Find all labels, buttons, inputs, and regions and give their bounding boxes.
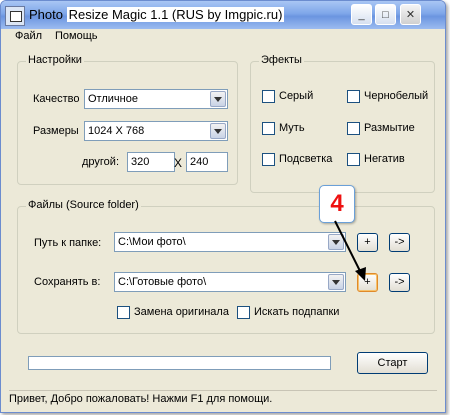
- path-label: Путь к папке:: [34, 237, 102, 249]
- checkbox-negative[interactable]: [347, 153, 360, 166]
- title-prefix: Photo: [29, 7, 63, 22]
- go-target-button[interactable]: ->: [389, 273, 410, 292]
- title-bar[interactable]: Photo Resize Magic 1.1 (RUS by Imgpic.ru…: [1, 1, 445, 29]
- size-value: 1024 X 768: [88, 125, 145, 137]
- save-label: Сохранять в:: [34, 276, 101, 288]
- target-folder-value: C:\Готовые фото\: [118, 276, 207, 288]
- chevron-down-icon[interactable]: [210, 91, 226, 107]
- width-input[interactable]: 320: [127, 152, 175, 172]
- go-source-button[interactable]: ->: [389, 233, 410, 252]
- quality-select[interactable]: Отличное: [84, 89, 228, 109]
- status-bar: Привет, Добро пожаловать! Нажми F1 для п…: [9, 390, 437, 409]
- checkbox-blur[interactable]: [347, 122, 360, 135]
- files-group: Файлы (Source folder) Путь к папке: C:\М…: [17, 199, 435, 334]
- menu-help[interactable]: Помощь: [55, 30, 98, 42]
- checkbox-search-subfolders[interactable]: [237, 306, 250, 319]
- title-name: Resize Magic 1.1 (RUS by Imgpic.ru): [66, 7, 285, 22]
- replace-original-label: Замена оригинала: [134, 306, 229, 318]
- callout-arrow-icon: [334, 220, 366, 281]
- checkbox-gray[interactable]: [262, 90, 275, 103]
- effect-highlight-label: Подсветка: [279, 153, 333, 165]
- step-number-callout: 4: [319, 185, 355, 223]
- app-icon: [5, 6, 25, 26]
- effect-blur-label: Размытие: [364, 122, 415, 134]
- target-folder-select[interactable]: C:\Готовые фото\: [114, 272, 346, 292]
- search-subfolders-label: Искать подпапки: [254, 306, 340, 318]
- files-legend: Файлы (Source folder): [26, 199, 141, 211]
- maximize-button[interactable]: □: [375, 4, 396, 25]
- effect-haze-label: Муть: [279, 122, 305, 134]
- dimension-separator: X: [174, 156, 183, 170]
- settings-legend: Настройки: [26, 54, 84, 66]
- menu-file[interactable]: Файл: [15, 30, 42, 42]
- quality-value: Отличное: [88, 93, 138, 105]
- source-folder-value: C:\Мои фото\: [118, 236, 186, 248]
- effect-negative-label: Негатив: [364, 153, 405, 165]
- close-button[interactable]: ✕: [400, 4, 421, 25]
- minimize-button[interactable]: _: [351, 4, 372, 25]
- size-label: Размеры: [33, 125, 79, 137]
- size-select[interactable]: 1024 X 768: [84, 121, 228, 141]
- start-button[interactable]: Старт: [357, 352, 428, 374]
- checkbox-highlight[interactable]: [262, 153, 275, 166]
- window-title: Photo Resize Magic 1.1 (RUS by Imgpic.ru…: [29, 7, 285, 22]
- checkbox-blackwhite[interactable]: [347, 90, 360, 103]
- menu-bar: Файл Помощь: [5, 29, 441, 45]
- source-folder-select[interactable]: C:\Мои фото\: [114, 232, 346, 252]
- app-window: Photo Resize Magic 1.1 (RUS by Imgpic.ru…: [0, 0, 446, 413]
- settings-group: Настройки Качество Отличное Размеры 1024…: [17, 54, 238, 185]
- checkbox-haze[interactable]: [262, 122, 275, 135]
- chevron-down-icon[interactable]: [210, 123, 226, 139]
- quality-label: Качество: [33, 93, 80, 105]
- effects-legend: Эфекты: [259, 54, 304, 66]
- height-input[interactable]: 240: [186, 152, 228, 172]
- effect-gray-label: Серый: [279, 90, 314, 102]
- progress-bar: [28, 356, 331, 370]
- effects-group: Эфекты Серый Чернобелый Муть Размытие По…: [250, 54, 435, 193]
- other-size-label: другой:: [82, 156, 120, 168]
- checkbox-replace-original[interactable]: [117, 306, 130, 319]
- effect-blackwhite-label: Чернобелый: [364, 90, 429, 102]
